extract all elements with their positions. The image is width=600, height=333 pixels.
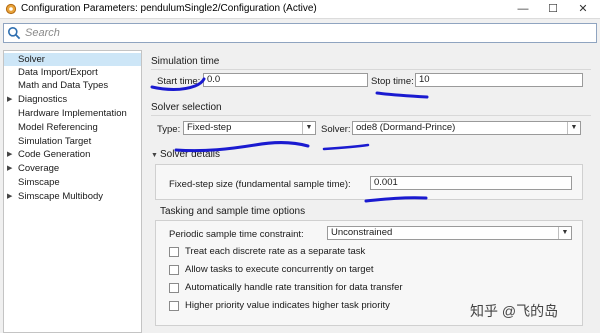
solver-details-heading[interactable]: Solver details xyxy=(160,149,220,160)
option-concurrent-tasks-label: Allow tasks to execute concurrently on t… xyxy=(185,264,374,275)
checkbox-higher-priority[interactable] xyxy=(169,301,179,311)
sidebar-item-label: Math and Data Types xyxy=(18,80,109,91)
section-divider xyxy=(151,115,591,116)
window-title: Configuration Parameters: pendulumSingle… xyxy=(21,3,317,14)
solver-type-value: Fixed-step xyxy=(187,122,232,133)
triangle-right-icon[interactable]: ▶ xyxy=(7,190,12,203)
simulink-gear-icon xyxy=(5,3,17,15)
tasking-options-heading: Tasking and sample time options xyxy=(160,206,306,217)
maximize-button[interactable]: ☐ xyxy=(538,1,568,17)
solver-label: Solver: xyxy=(321,124,351,135)
option-separate-task-label: Treat each discrete rate as a separate t… xyxy=(185,246,366,257)
window-titlebar: Configuration Parameters: pendulumSingle… xyxy=(0,0,600,19)
checkbox-concurrent-tasks[interactable] xyxy=(169,265,179,275)
triangle-right-icon[interactable]: ▶ xyxy=(7,93,12,106)
checkbox-separate-task[interactable] xyxy=(169,247,179,257)
sidebar-item-diagnostics[interactable]: ▶ Diagnostics xyxy=(4,93,141,106)
sidebar-item-coverage[interactable]: ▶ Coverage xyxy=(4,162,141,175)
option-rate-transition-label: Automatically handle rate transition for… xyxy=(185,282,403,293)
step-size-group: Fixed-step size (fundamental sample time… xyxy=(155,164,583,200)
triangle-down-icon[interactable]: ▼ xyxy=(151,152,158,159)
sidebar-item-hardware-implementation[interactable]: Hardware Implementation xyxy=(4,107,141,120)
solver-selection-heading: Solver selection xyxy=(151,102,222,113)
category-sidebar: Solver Data Import/Export Math and Data … xyxy=(3,50,142,333)
sidebar-item-label: Diagnostics xyxy=(18,94,68,105)
sidebar-item-simscape[interactable]: Simscape xyxy=(4,176,141,189)
sample-time-constraint-select[interactable]: Unconstrained ▼ xyxy=(327,226,572,240)
triangle-right-icon[interactable]: ▶ xyxy=(7,162,12,175)
sidebar-item-label: Solver xyxy=(18,54,45,65)
minimize-button[interactable]: — xyxy=(508,1,538,17)
sidebar-item-model-referencing[interactable]: Model Referencing xyxy=(4,121,141,134)
solver-type-select[interactable]: Fixed-step ▼ xyxy=(183,121,316,135)
chevron-down-icon[interactable]: ▼ xyxy=(558,227,571,239)
section-divider xyxy=(151,69,591,70)
sidebar-item-solver[interactable]: Solver xyxy=(4,53,141,66)
checkbox-rate-transition[interactable] xyxy=(169,283,179,293)
sidebar-item-label: Simscape Multibody xyxy=(18,191,104,202)
stop-time-field[interactable]: 10 xyxy=(415,73,583,87)
sidebar-item-label: Model Referencing xyxy=(18,122,98,133)
sample-time-constraint-label: Periodic sample time constraint: xyxy=(169,229,304,240)
search-input[interactable]: Search xyxy=(3,23,597,43)
search-icon xyxy=(8,27,21,40)
chevron-down-icon[interactable]: ▼ xyxy=(567,122,580,134)
sidebar-item-label: Simscape xyxy=(18,177,60,188)
start-time-label: Start time: xyxy=(157,76,201,87)
fixed-step-size-label: Fixed-step size (fundamental sample time… xyxy=(169,179,351,190)
sidebar-item-data-import-export[interactable]: Data Import/Export xyxy=(4,66,141,79)
solver-type-label: Type: xyxy=(157,124,181,135)
simulation-time-heading: Simulation time xyxy=(151,56,220,67)
stop-time-label: Stop time: xyxy=(371,76,414,87)
search-placeholder: Search xyxy=(25,27,60,39)
zhihu-watermark: 知乎 @飞的岛 xyxy=(470,303,559,319)
start-time-field[interactable]: 0.0 xyxy=(203,73,368,87)
solver-pane: Simulation time Start time: 0.0 Stop tim… xyxy=(145,50,600,333)
sidebar-item-label: Data Import/Export xyxy=(18,67,98,78)
solver-value: ode8 (Dormand-Prince) xyxy=(356,122,456,133)
sidebar-item-label: Hardware Implementation xyxy=(18,108,127,119)
chevron-down-icon[interactable]: ▼ xyxy=(302,122,315,134)
solver-select[interactable]: ode8 (Dormand-Prince) ▼ xyxy=(352,121,581,135)
sidebar-item-simscape-multibody[interactable]: ▶ Simscape Multibody xyxy=(4,190,141,203)
fixed-step-size-field[interactable]: 0.001 xyxy=(370,176,572,190)
option-higher-priority-label: Higher priority value indicates higher t… xyxy=(185,300,390,311)
sidebar-item-label: Simulation Target xyxy=(18,136,92,147)
sidebar-item-label: Coverage xyxy=(18,163,60,174)
sidebar-item-math-and-data-types[interactable]: Math and Data Types xyxy=(4,79,141,92)
sidebar-item-label: Code Generation xyxy=(18,149,91,160)
sidebar-item-simulation-target[interactable]: Simulation Target xyxy=(4,135,141,148)
sidebar-item-code-generation[interactable]: ▶ Code Generation xyxy=(4,148,141,161)
sample-time-constraint-value: Unconstrained xyxy=(331,227,393,238)
triangle-right-icon[interactable]: ▶ xyxy=(7,148,12,161)
close-button[interactable]: ✕ xyxy=(568,1,598,17)
